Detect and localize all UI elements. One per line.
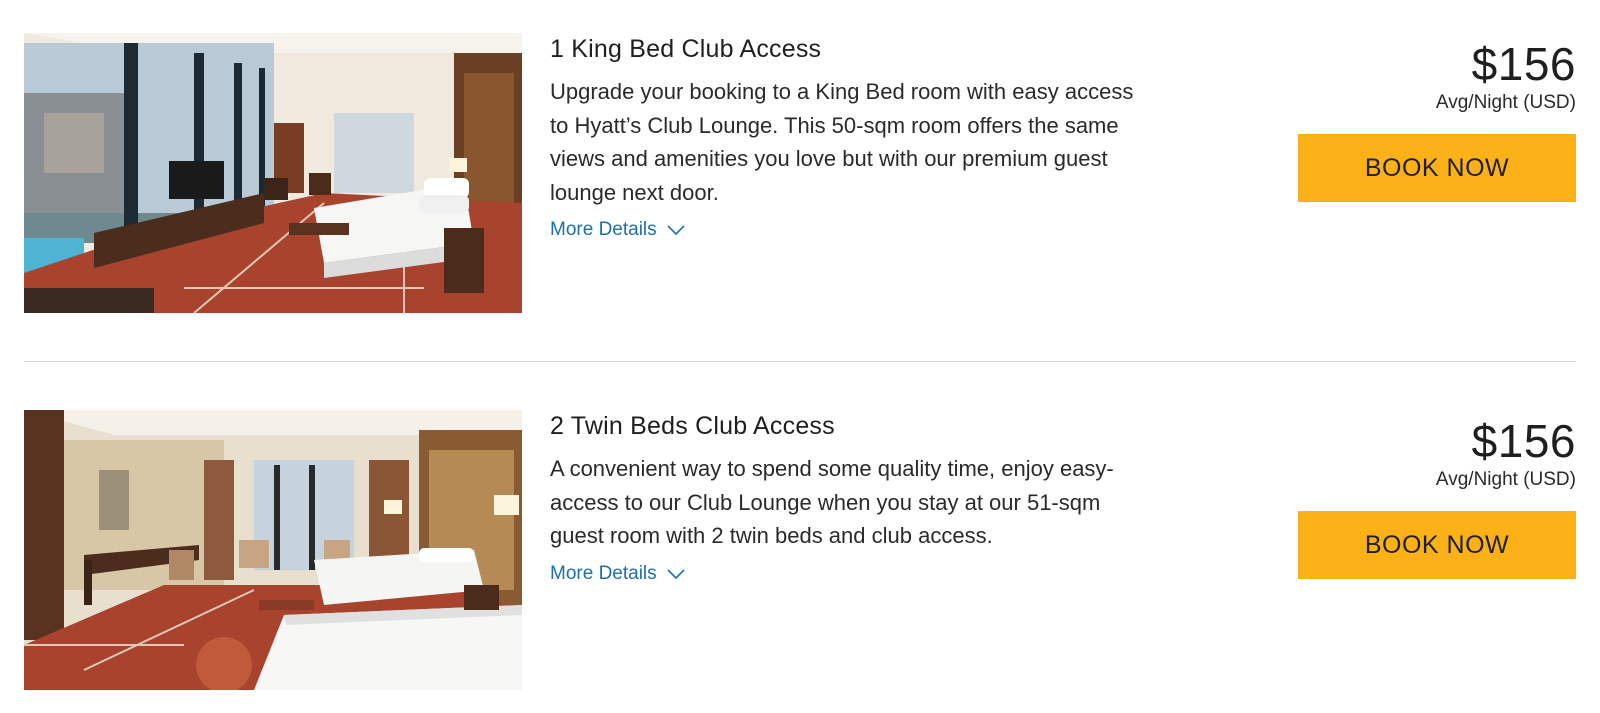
room-divider xyxy=(24,361,1576,362)
price-value: $156 xyxy=(1471,38,1576,90)
pricing-block: $156 Avg/Night (USD) xyxy=(1296,33,1576,115)
book-now-button[interactable]: BOOK NOW xyxy=(1298,134,1576,202)
pricing-block: $156 Avg/Night (USD) xyxy=(1296,410,1576,492)
chevron-down-icon xyxy=(667,568,685,579)
room-card-king: 1 King Bed Club Access Upgrade your book… xyxy=(24,33,1576,313)
price-note: Avg/Night (USD) xyxy=(1435,92,1576,113)
book-now-button[interactable]: BOOK NOW xyxy=(1298,511,1576,579)
price-note: Avg/Night (USD) xyxy=(1435,469,1576,490)
chevron-down-icon xyxy=(667,225,685,236)
room-card-twin: 2 Twin Beds Club Access A convenient way… xyxy=(24,410,1576,690)
room-title: 1 King Bed Club Access xyxy=(550,35,822,63)
room-photo-twin[interactable] xyxy=(24,410,522,690)
room-info-king: 1 King Bed Club Access Upgrade your book… xyxy=(550,33,1150,241)
more-details-link[interactable]: More Details xyxy=(550,563,685,585)
price-value: $156 xyxy=(1471,415,1576,467)
more-details-label: More Details xyxy=(550,562,657,584)
room-photo-king[interactable] xyxy=(24,33,522,313)
more-details-label: More Details xyxy=(550,219,657,240)
room-title: 2 Twin Beds Club Access xyxy=(550,412,835,440)
room-description: A convenient way to spend some quality t… xyxy=(550,456,1114,548)
more-details-link[interactable]: More Details xyxy=(550,219,685,241)
room-info-twin: 2 Twin Beds Club Access A convenient way… xyxy=(550,410,1150,585)
room-description: Upgrade your booking to a King Bed room … xyxy=(550,79,1134,205)
